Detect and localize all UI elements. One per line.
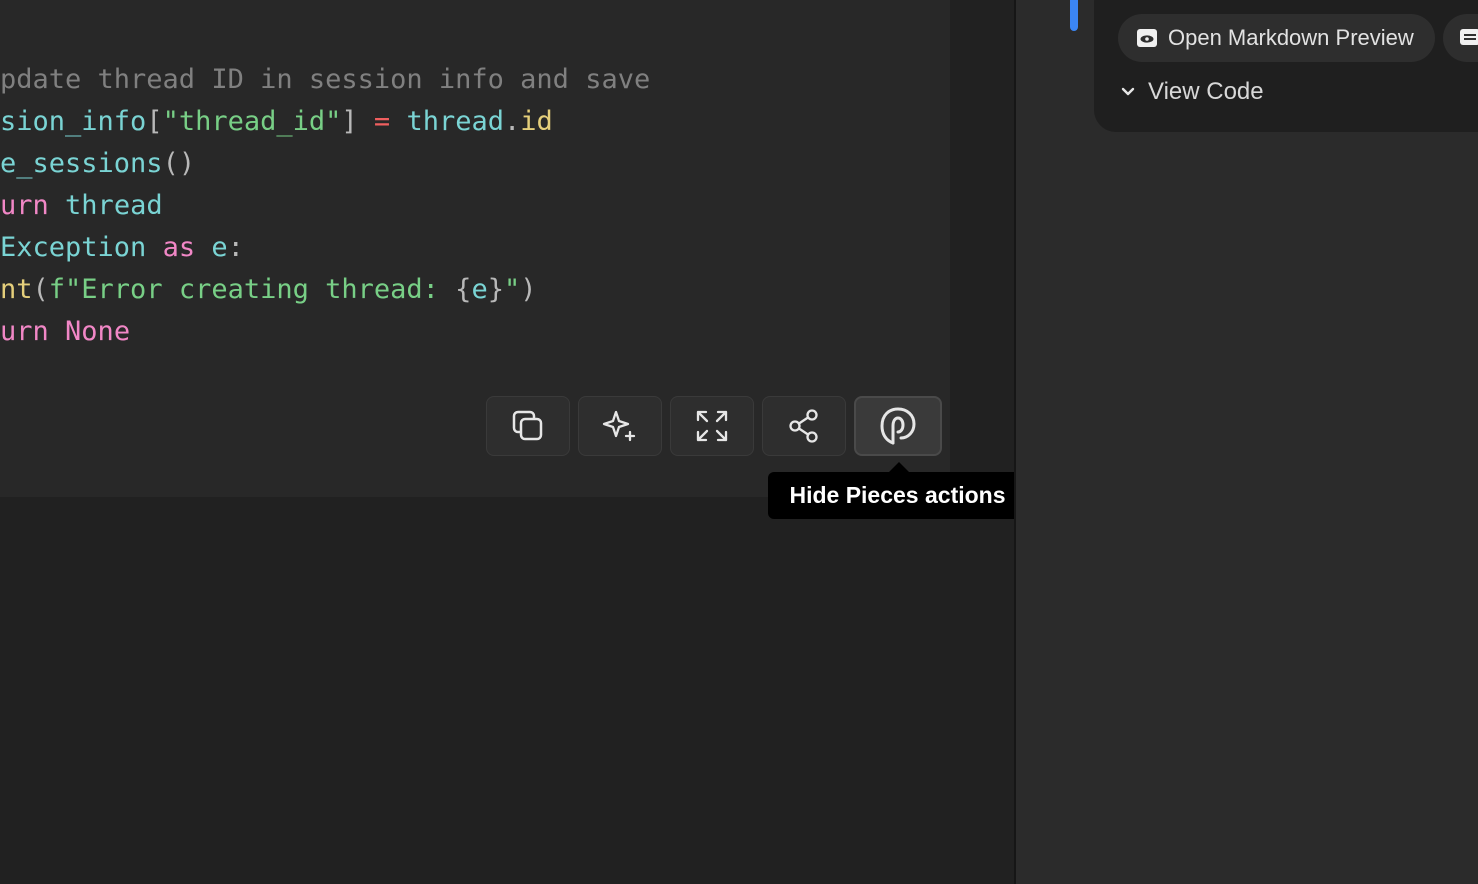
pieces-actions-button[interactable]	[854, 396, 942, 456]
ai-sparkle-button[interactable]	[578, 396, 662, 456]
expand-icon	[696, 410, 728, 442]
side-panel	[1016, 0, 1478, 884]
code-token: ]	[341, 106, 358, 137]
expand-button[interactable]	[670, 396, 754, 456]
chevron-down-icon	[1121, 87, 1135, 96]
share-button[interactable]	[762, 396, 846, 456]
code-token: pdate thread ID in session info and save	[0, 64, 651, 95]
code-token: [	[146, 106, 163, 137]
sparkle-icon	[602, 410, 636, 442]
code-line: urn thread	[0, 182, 950, 224]
code-line: Exception as e:	[0, 224, 950, 266]
code-token: ()	[162, 148, 196, 179]
code-token: f"Error creating thread:	[48, 274, 456, 305]
code-token: (	[32, 274, 49, 305]
code-token: sion_info	[0, 106, 147, 137]
scroll-indicator[interactable]	[1070, 0, 1078, 31]
code-token: e	[211, 232, 228, 263]
code-token: e	[471, 274, 488, 305]
code-token: "thread_id"	[162, 106, 342, 137]
code-token: e_sessions	[0, 148, 163, 179]
code-token: :	[227, 232, 244, 263]
comment-icon	[1460, 29, 1478, 45]
code-token: urn	[0, 316, 49, 347]
open-markdown-preview-label: Open Markdown Preview	[1168, 25, 1414, 50]
code-line: urn None	[0, 308, 950, 350]
code-line: sion_info["thread_id"] = thread.id	[0, 98, 950, 140]
code-token: as	[162, 232, 196, 263]
copy-button[interactable]	[486, 396, 570, 456]
code-token: }	[487, 274, 504, 305]
code-actions-toolbar	[0, 396, 950, 456]
tooltip: Hide Pieces actions	[768, 472, 1027, 519]
code-token: "	[503, 274, 521, 305]
code-block: pdate thread ID in session info and save…	[0, 56, 950, 350]
open-markdown-preview-button[interactable]: Open Markdown Preview	[1118, 14, 1435, 62]
code-token: .	[504, 106, 521, 137]
code-line: e_sessions()	[0, 140, 950, 182]
code-token: {	[455, 274, 472, 305]
code-token: nt	[0, 274, 33, 305]
code-line: pdate thread ID in session info and save	[0, 56, 950, 98]
pieces-icon	[880, 407, 916, 445]
code-token: urn	[0, 190, 49, 221]
view-code-label: View Code	[1148, 78, 1264, 105]
code-line: nt(f"Error creating thread: {e}")	[0, 266, 950, 308]
preview-icon	[1137, 29, 1157, 47]
code-token: thread	[65, 190, 163, 221]
code-token: None	[65, 316, 131, 347]
code-token: id	[520, 106, 553, 137]
share-icon	[789, 409, 818, 443]
view-code-toggle[interactable]: View Code	[1118, 72, 1264, 112]
code-token: =	[373, 106, 391, 137]
code-token: thread	[406, 106, 504, 137]
code-token: )	[520, 274, 537, 305]
copy-icon	[512, 410, 543, 441]
tooltip-arrow	[889, 462, 909, 472]
code-token: Exception	[0, 232, 147, 263]
